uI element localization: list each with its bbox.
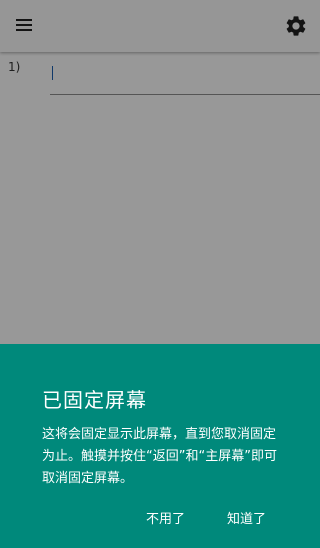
dialog-message: 这将会固定显示此屏幕，直到您取消固定为止。触摸并按住“返回”和“主屏幕”即可取消… (42, 427, 277, 486)
screen-pinned-dialog: 已固定屏幕 这将会固定显示此屏幕，直到您取消固定为止。触摸并按住“返回”和“主屏… (0, 344, 320, 548)
decline-button[interactable]: 不用了 (146, 508, 185, 527)
dialog-title: 已固定屏幕 (42, 388, 147, 412)
got-it-button[interactable]: 知道了 (227, 508, 266, 527)
screen: 1) 已固定屏幕 这将会固定显示此屏幕，直到您取消固定为止。触摸并按住“返回”和… (0, 0, 320, 548)
